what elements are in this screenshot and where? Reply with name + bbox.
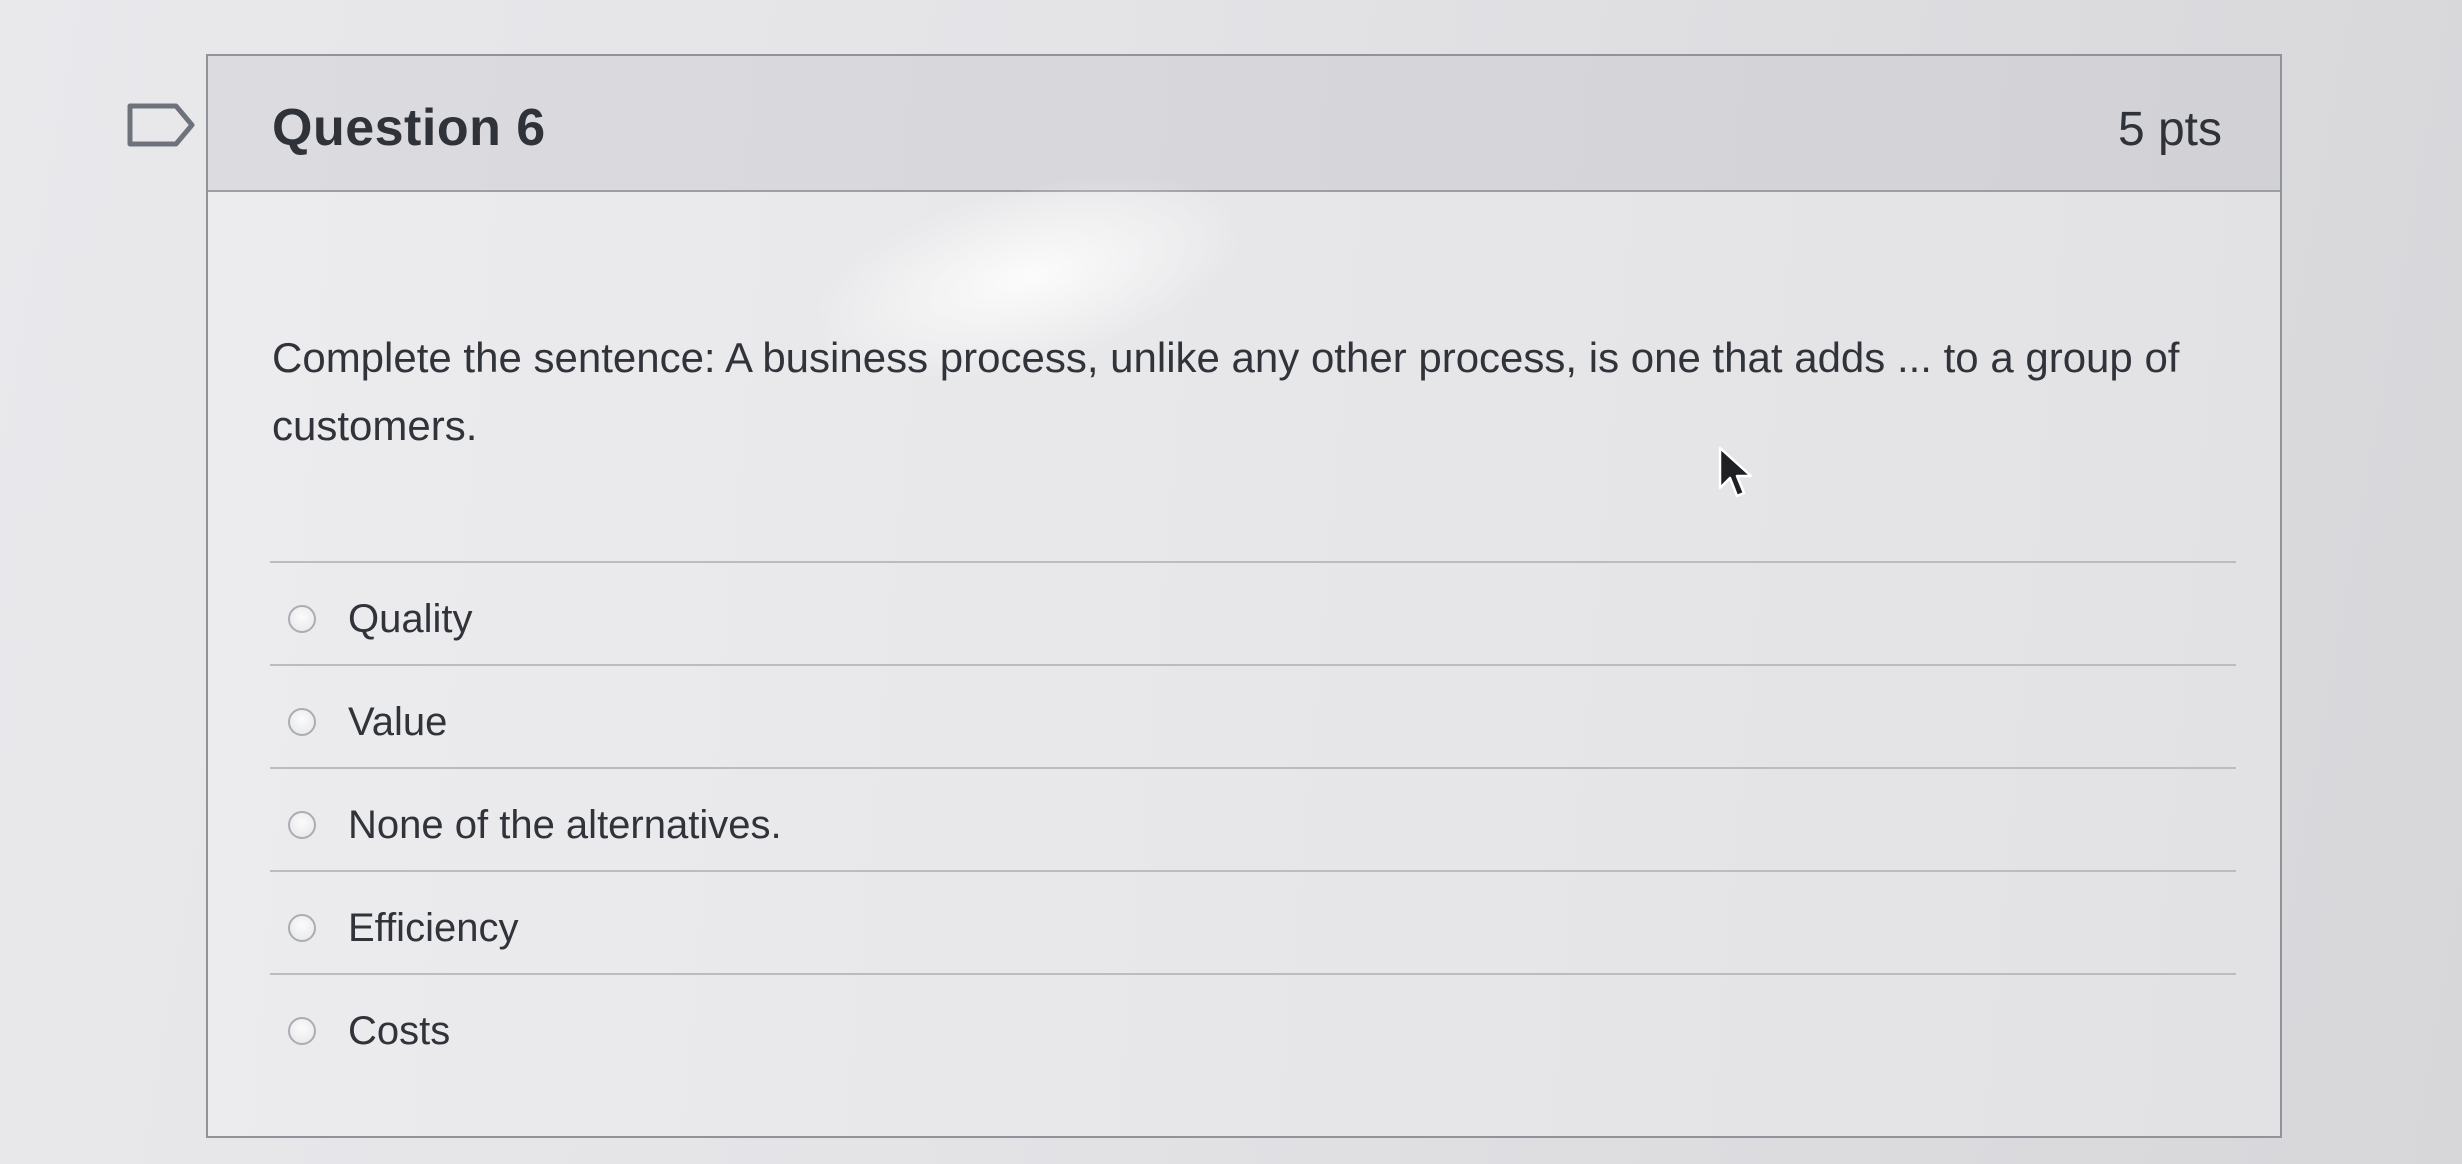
answer-option-quality[interactable]: Quality: [270, 561, 2236, 664]
question-text: Complete the sentence: A business proces…: [272, 334, 2180, 449]
question-points: 5 pts: [2117, 103, 2222, 156]
answer-option-costs[interactable]: Costs: [270, 973, 2236, 1076]
answer-option-none[interactable]: None of the alternatives.: [270, 767, 2236, 870]
radio-button-icon[interactable]: [288, 914, 316, 942]
radio-button-icon[interactable]: [288, 1017, 316, 1045]
question-card: Question 6 5 pts Complete the sentence: …: [206, 54, 2282, 1138]
answer-option-efficiency[interactable]: Efficiency: [270, 870, 2236, 973]
radio-button-icon[interactable]: [288, 605, 316, 633]
question-title: Question 6: [272, 99, 546, 157]
answer-option-value[interactable]: Value: [270, 664, 2236, 767]
answer-label: Costs: [348, 1009, 451, 1053]
answer-label: None of the alternatives.: [348, 803, 782, 847]
question-header: Question 6 5 pts: [208, 56, 2280, 192]
answer-label: Quality: [348, 597, 473, 641]
answer-label: Value: [348, 700, 448, 744]
radio-button-icon[interactable]: [288, 708, 316, 736]
answer-list: Quality Value None of the alternatives. …: [270, 561, 2236, 1076]
flag-question-icon[interactable]: [126, 102, 198, 148]
radio-button-icon[interactable]: [288, 811, 316, 839]
answer-label: Efficiency: [348, 906, 519, 950]
